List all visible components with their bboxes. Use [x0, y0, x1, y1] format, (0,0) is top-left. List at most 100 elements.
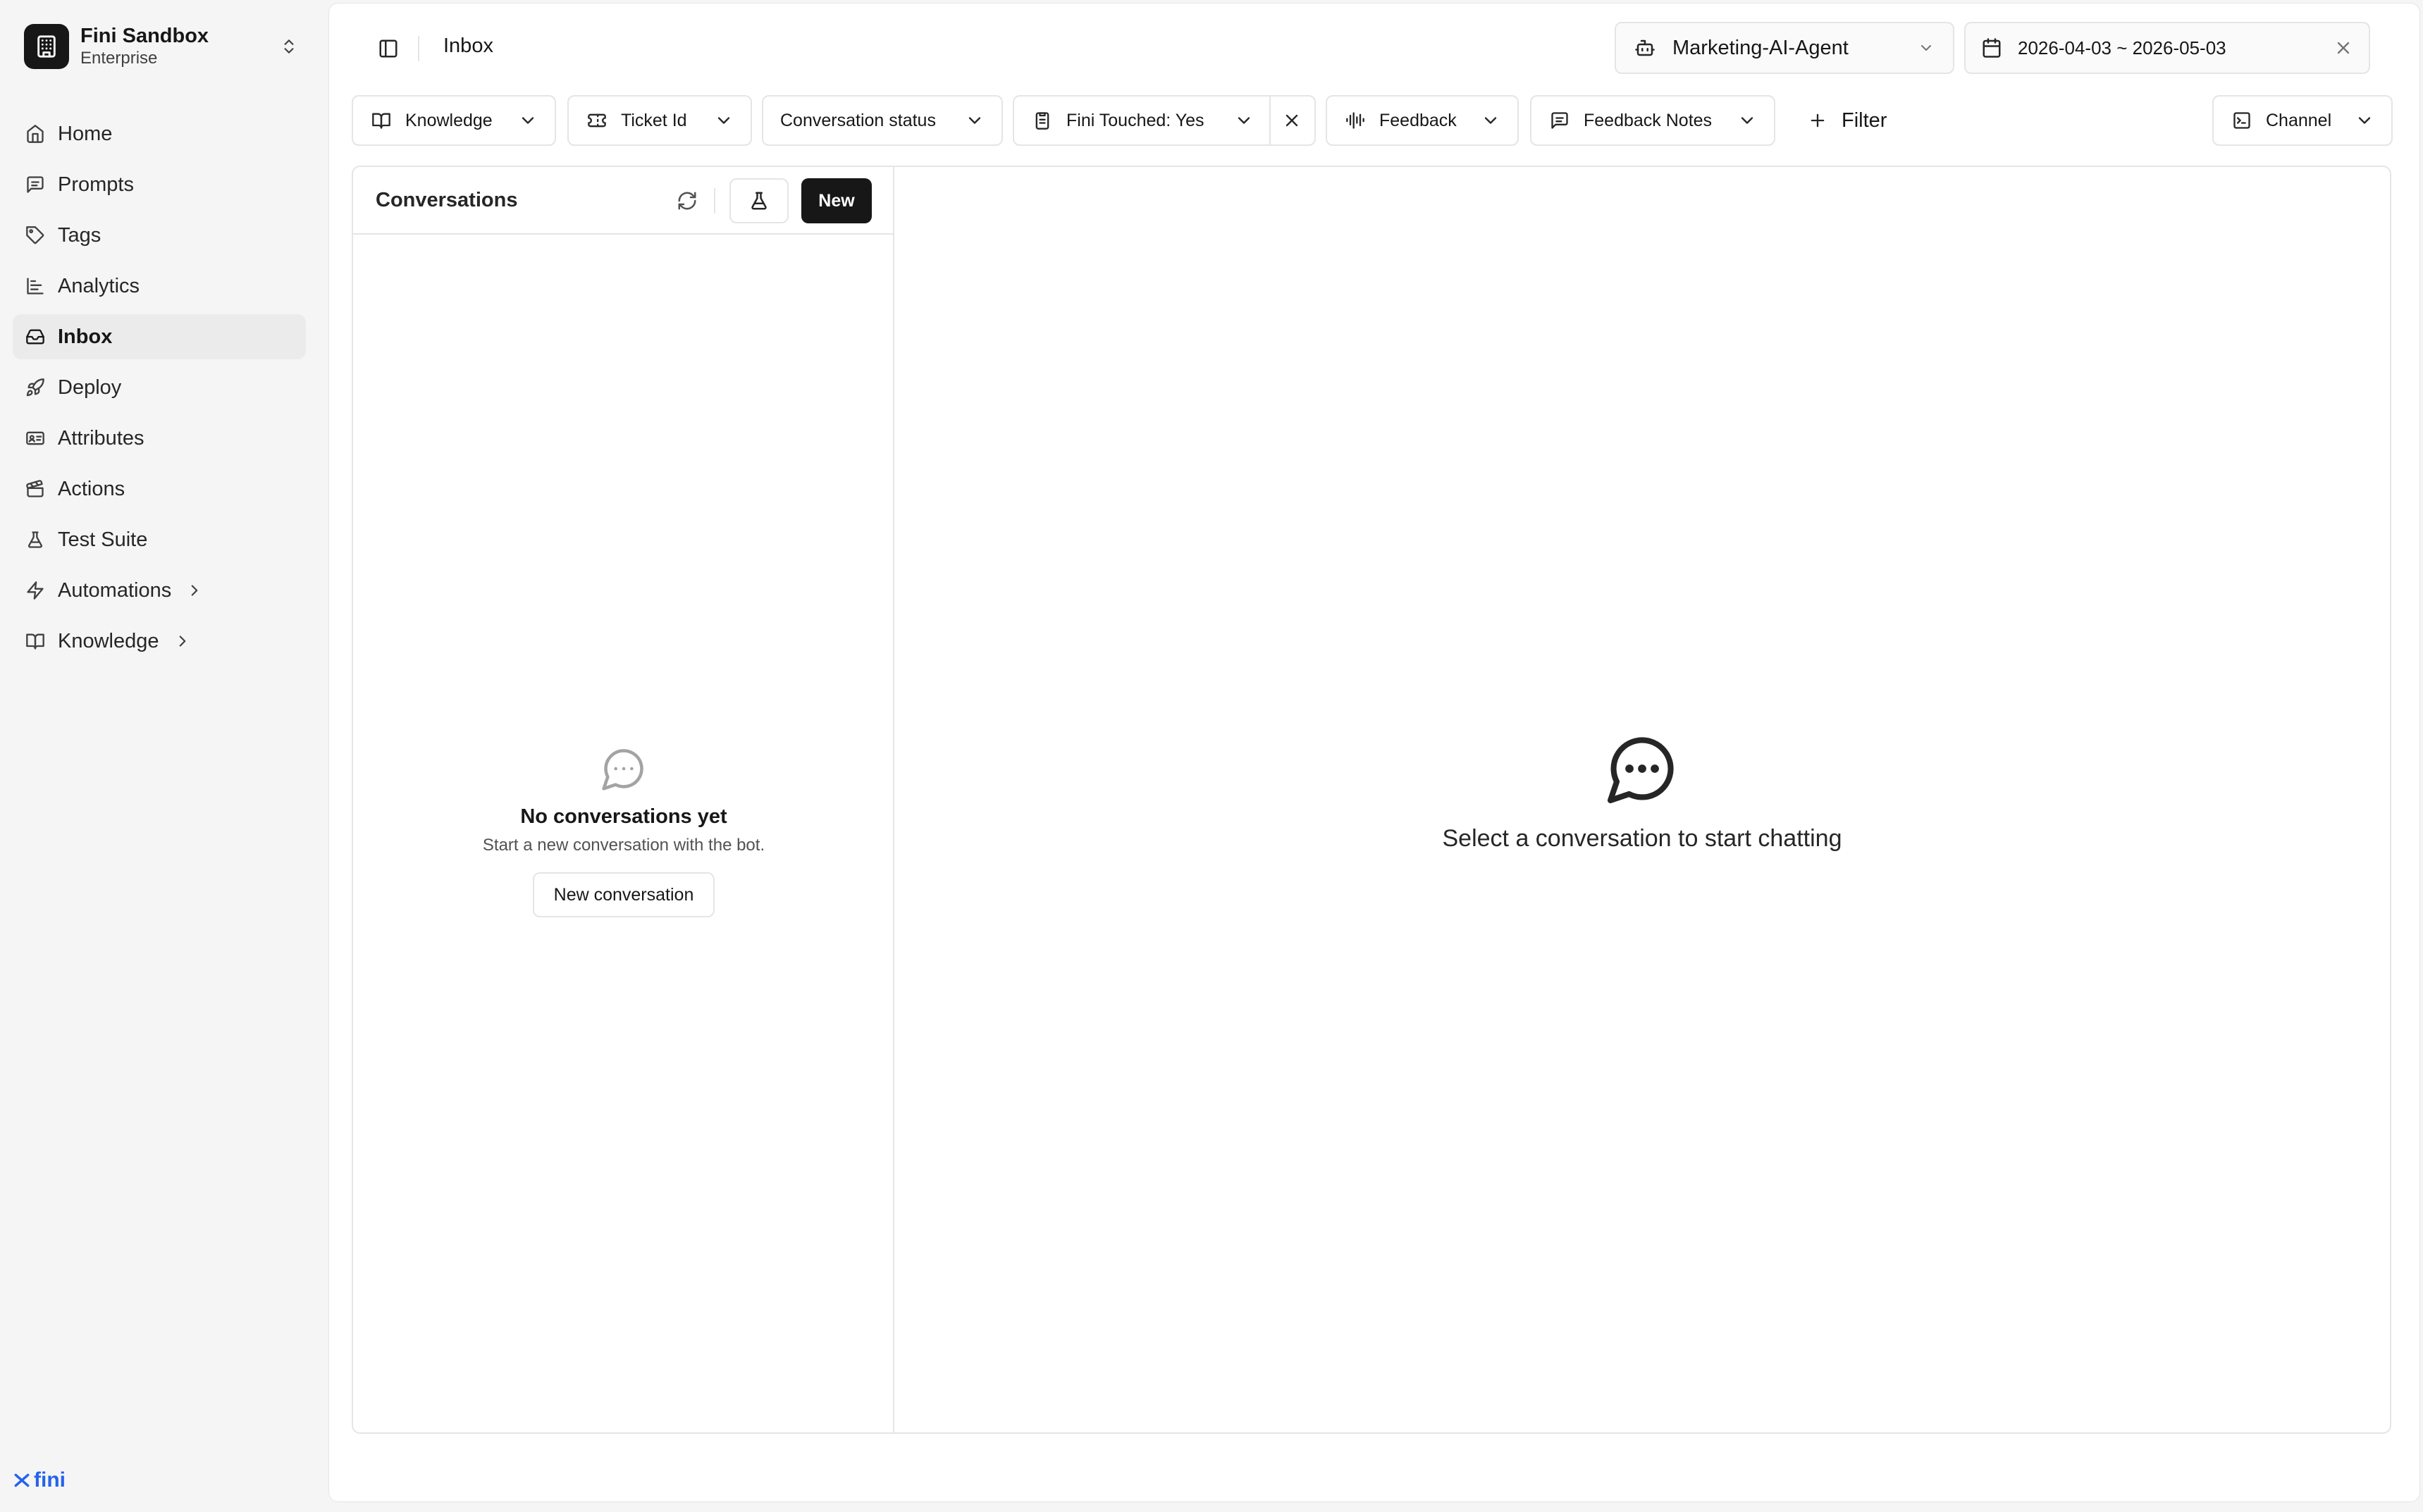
sidebar-item-label: Test Suite [58, 528, 148, 551]
divider [714, 188, 715, 213]
filter-label: Knowledge [405, 110, 493, 130]
sidebar-toggle-button[interactable] [371, 32, 405, 66]
close-icon[interactable] [2333, 38, 2353, 58]
sidebar: Fini Sandbox Enterprise Home Prompts Tag… [0, 0, 328, 1512]
agent-select-value: Marketing-AI-Agent [1672, 36, 1849, 59]
sidebar-nav: Home Prompts Tags Analytics Inbox Deploy [13, 111, 306, 669]
audio-lines-icon [1344, 109, 1367, 132]
date-range-picker[interactable]: 2026-04-03 ~ 2026-05-03 [1964, 22, 2370, 74]
filter-ticket-id[interactable]: Ticket Id [567, 95, 752, 146]
filter-conversation-status[interactable]: Conversation status [762, 95, 1003, 146]
tag-icon [24, 224, 47, 247]
sidebar-item-label: Home [58, 122, 113, 145]
main-panel: Inbox Marketing-AI-Agent 2026-04-03 ~ 20… [328, 3, 2420, 1502]
home-icon [24, 123, 47, 145]
brand-name: fini [34, 1468, 66, 1492]
sidebar-item-tags[interactable]: Tags [13, 213, 306, 258]
filter-fini-touched[interactable]: Fini Touched: Yes [1013, 95, 1316, 146]
fini-mark-icon [13, 1471, 31, 1489]
chevron-right-icon [185, 581, 204, 600]
filter-bar: Knowledge Ticket Id Conversation status … [329, 92, 2419, 149]
conversations-title: Conversations [376, 188, 518, 211]
sidebar-item-label: Attributes [58, 426, 144, 450]
empty-state: No conversations yet Start a new convers… [353, 745, 894, 917]
message-square-icon [24, 173, 47, 196]
sidebar-item-actions[interactable]: Actions [13, 466, 306, 512]
calendar-icon [1981, 37, 2002, 58]
empty-title: No conversations yet [520, 805, 727, 828]
filter-channel[interactable]: Channel [2212, 95, 2393, 146]
sidebar-item-label: Prompts [58, 173, 134, 196]
ticket-icon [586, 109, 608, 132]
topbar: Inbox Marketing-AI-Agent 2026-04-03 ~ 20… [329, 4, 2419, 89]
sidebar-item-attributes[interactable]: Attributes [13, 416, 306, 461]
bar-chart-icon [24, 275, 47, 297]
chat-placeholder: Select a conversation to start chatting [894, 731, 2390, 853]
chevron-down-icon [965, 111, 985, 130]
agent-select[interactable]: Marketing-AI-Agent [1615, 22, 1954, 74]
clipboard-icon [1031, 109, 1054, 132]
message-circle-icon [600, 745, 648, 793]
sidebar-item-home[interactable]: Home [13, 111, 306, 156]
org-name: Fini Sandbox [80, 25, 209, 47]
message-square-icon [1548, 109, 1571, 132]
filter-feedback[interactable]: Feedback [1326, 95, 1519, 146]
chevron-down-icon [1234, 111, 1254, 130]
chevrons-up-down-icon[interactable] [275, 32, 303, 61]
page-title: Inbox [443, 35, 493, 57]
inbox-icon [24, 326, 47, 348]
sidebar-item-label: Inbox [58, 325, 113, 348]
sidebar-item-label: Deploy [58, 376, 122, 399]
bot-icon [1634, 37, 1656, 58]
plus-icon [1808, 111, 1827, 130]
filter-label: Feedback [1379, 110, 1457, 130]
test-mode-button[interactable] [729, 178, 789, 223]
sidebar-item-label: Actions [58, 477, 125, 500]
flask-icon [24, 528, 47, 551]
filter-label: Feedback Notes [1584, 110, 1713, 130]
sidebar-item-label: Analytics [58, 274, 140, 297]
filter-label: Conversation status [780, 110, 936, 130]
sidebar-item-knowledge[interactable]: Knowledge [13, 619, 306, 664]
filter-feedback-notes[interactable]: Feedback Notes [1530, 95, 1775, 146]
refresh-icon [677, 190, 698, 211]
conversations-panel: Conversations New No conversations yet S… [353, 167, 894, 1432]
book-open-icon [24, 630, 47, 652]
sidebar-item-automations[interactable]: Automations [13, 568, 306, 613]
sidebar-item-analytics[interactable]: Analytics [13, 264, 306, 309]
date-range-value: 2026-04-03 ~ 2026-05-03 [2018, 37, 2226, 58]
id-card-icon [24, 427, 47, 450]
sidebar-item-label: Knowledge [58, 629, 159, 652]
chevron-down-icon [1481, 111, 1500, 130]
brand-logo: fini [13, 1468, 66, 1492]
start-conversation-button[interactable]: New conversation [533, 872, 715, 917]
sidebar-item-prompts[interactable]: Prompts [13, 162, 306, 207]
book-open-icon [370, 109, 393, 132]
panel-left-icon [378, 38, 399, 59]
rocket-icon [24, 376, 47, 399]
filter-label: Fini Touched: Yes [1066, 110, 1204, 130]
chevron-down-icon [2355, 111, 2374, 130]
chat-area: Select a conversation to start chatting [894, 167, 2390, 1432]
conversations-header: Conversations New [353, 167, 893, 235]
sidebar-item-label: Tags [58, 223, 101, 247]
clapperboard-icon [24, 478, 47, 500]
filter-knowledge[interactable]: Knowledge [352, 95, 556, 146]
org-plan: Enterprise [80, 49, 158, 68]
sidebar-item-inbox[interactable]: Inbox [13, 314, 306, 359]
clear-filter-icon[interactable] [1282, 111, 1302, 130]
divider [418, 36, 419, 61]
add-filter-button[interactable]: Filter [1808, 95, 1887, 146]
sidebar-item-label: Automations [58, 578, 172, 602]
new-conversation-button[interactable]: New [801, 178, 872, 223]
sidebar-item-deploy[interactable]: Deploy [13, 365, 306, 410]
divider [1269, 97, 1271, 144]
sidebar-item-test-suite[interactable]: Test Suite [13, 517, 306, 562]
refresh-button[interactable] [672, 185, 703, 216]
chevron-down-icon [714, 111, 734, 130]
building-icon [24, 24, 69, 69]
empty-subtitle: Start a new conversation with the bot. [482, 836, 765, 855]
filter-label: Channel [2266, 110, 2332, 130]
org-switcher[interactable]: Fini Sandbox Enterprise [24, 21, 303, 72]
terminal-square-icon [2231, 109, 2253, 132]
